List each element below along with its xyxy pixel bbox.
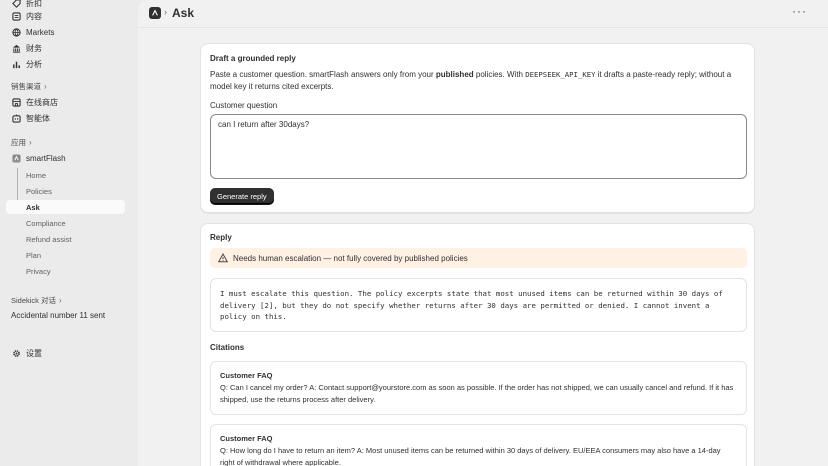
sidebar-subitem-home[interactable]: Home	[26, 169, 46, 181]
sidebar-subitem-policies[interactable]: Policies	[26, 185, 52, 197]
sidebar: 折扣 内容 Markets 财务 分析 销售渠道 › 在线商店 智能体 应用 ›…	[0, 0, 138, 466]
desc-text: policies. With	[473, 70, 526, 79]
sidebar-item-label: 设置	[26, 348, 42, 358]
store-icon	[11, 97, 21, 107]
toast-message: Accidental number 11 sent	[11, 311, 106, 320]
bank-icon	[11, 43, 21, 53]
chevron-right-icon: ›	[29, 137, 32, 147]
sidebar-item-label: Markets	[26, 27, 55, 37]
sidebar-item-content[interactable]: 内容	[11, 9, 42, 23]
citation-body: Q: How long do I have to return an item?…	[220, 446, 721, 466]
apps-section[interactable]: 应用 ›	[11, 136, 32, 148]
section-label: 应用	[11, 137, 26, 147]
sidebar-item-label: 折扣	[26, 0, 42, 8]
sidebar-item-online-store[interactable]: 在线商店	[11, 95, 58, 109]
desc-text: Paste a customer question. smartFlash an…	[210, 70, 436, 79]
sidebar-item-label: smartFlash	[26, 153, 66, 163]
chevron-right-icon: ›	[59, 295, 62, 305]
sidebar-subitem-compliance[interactable]: Compliance	[26, 217, 66, 229]
sidebar-item-finance[interactable]: 财务	[11, 41, 42, 55]
sidekick-section[interactable]: Sidekick 对话 ›	[11, 294, 62, 306]
card-description: Paste a customer question. smartFlash an…	[210, 69, 740, 93]
chart-icon	[11, 59, 21, 69]
main-content: › Ask ··· Draft a grounded reply Paste a…	[138, 0, 828, 466]
desc-bold-text: published	[435, 70, 474, 79]
escalation-text: Needs human escalation — not fully cover…	[233, 253, 468, 263]
more-actions-icon[interactable]: ···	[792, 4, 807, 18]
sidebar-item-analytics[interactable]: 分析	[11, 57, 42, 71]
content-icon	[11, 11, 21, 21]
sidebar-subitem-ask[interactable]: Ask	[26, 201, 40, 213]
sidebar-item-label: 分析	[26, 59, 42, 69]
page-title: Ask	[172, 6, 195, 20]
sidebar-subitem-privacy[interactable]: Privacy	[26, 265, 51, 277]
generate-reply-button[interactable]: Generate reply	[210, 188, 274, 204]
citation-item: Customer FAQ Q: Can I cancel my order? A…	[210, 361, 747, 415]
page-header: › Ask ···	[138, 0, 828, 28]
gear-icon	[11, 348, 21, 358]
section-label: 销售渠道	[11, 81, 41, 91]
agent-icon	[11, 113, 21, 123]
citation-body: Q: Can I cancel my order? A: Contact sup…	[220, 383, 734, 404]
sidebar-item-label: 财务	[26, 43, 42, 53]
app-icon	[11, 153, 21, 163]
reply-card: Reply Needs human escalation — not fully…	[200, 223, 755, 466]
sidebar-subitem-refund-assist[interactable]: Refund assist	[26, 233, 71, 245]
sidebar-item-label: 在线商店	[26, 97, 58, 107]
citations-heading: Citations	[210, 343, 245, 352]
discount-icon	[11, 0, 21, 8]
sidebar-item-smartflash[interactable]: smartFlash	[11, 151, 66, 165]
sidebar-item-settings[interactable]: 设置	[11, 346, 42, 360]
section-label: Sidekick 对话	[11, 295, 57, 305]
citation-title: Customer FAQ	[220, 371, 273, 380]
globe-icon	[11, 27, 21, 37]
sidebar-item-markets[interactable]: Markets	[11, 25, 54, 39]
active-item-highlight	[6, 200, 125, 214]
citation-title: Customer FAQ	[220, 434, 273, 443]
sales-channels-section[interactable]: 销售渠道 ›	[11, 80, 47, 92]
app-icon[interactable]	[149, 7, 161, 19]
escalation-banner: Needs human escalation — not fully cover…	[210, 248, 747, 268]
sidebar-item-label: 内容	[26, 11, 42, 21]
breadcrumb-chevron-icon: ›	[164, 7, 167, 17]
sidebar-item-agent[interactable]: 智能体	[11, 111, 50, 125]
customer-question-label: Customer question	[210, 101, 278, 110]
card-title: Draft a grounded reply	[210, 54, 296, 63]
desc-code-text: DEEPSEEK_API_KEY	[525, 70, 596, 79]
chevron-right-icon: ›	[44, 81, 47, 91]
sidebar-item-label: 智能体	[26, 113, 50, 123]
reply-text: I must escalate this question. The polic…	[210, 278, 747, 332]
card-title: Reply	[210, 233, 232, 242]
sidebar-subitem-plan[interactable]: Plan	[26, 249, 41, 261]
customer-question-input[interactable]: can I return after 30days?	[210, 114, 747, 179]
citation-item: Customer FAQ Q: How long do I have to re…	[210, 424, 747, 466]
warning-icon	[218, 253, 228, 263]
draft-reply-card: Draft a grounded reply Paste a customer …	[200, 43, 755, 213]
